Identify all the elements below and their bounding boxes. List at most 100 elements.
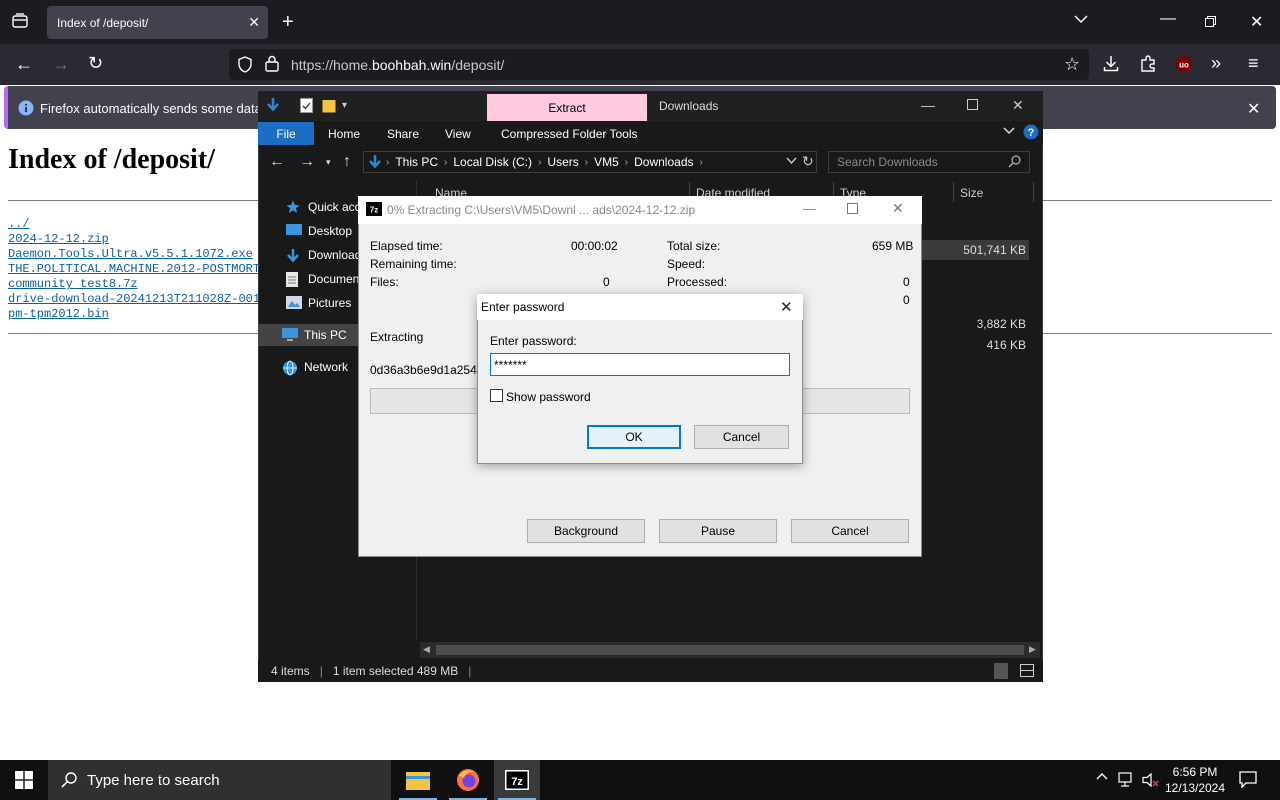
lock-icon[interactable] <box>265 55 279 72</box>
background-button[interactable]: Background <box>527 519 645 543</box>
ok-button[interactable]: OK <box>587 425 681 449</box>
window-close-icon[interactable]: ✕ <box>1250 12 1263 32</box>
notification-close-icon[interactable]: ✕ <box>1247 99 1260 119</box>
show-password-label[interactable]: Show password <box>506 390 591 404</box>
tab-list-icon[interactable] <box>12 13 28 29</box>
address-history-icon[interactable] <box>786 157 797 165</box>
ribbon-tab-share[interactable]: Share <box>387 127 419 141</box>
back-arrow-icon[interactable]: ← <box>269 153 285 171</box>
bookmark-star-icon[interactable]: ☆ <box>1064 54 1080 75</box>
help-icon[interactable]: ? <box>1023 124 1039 140</box>
show-hidden-icons-chevron-up-icon[interactable] <box>1096 772 1108 780</box>
minimize-icon[interactable]: — <box>921 97 935 113</box>
properties-icon[interactable] <box>300 98 313 113</box>
password-input[interactable] <box>490 353 790 376</box>
notifications-icon[interactable] <box>1239 771 1257 788</box>
svg-text:?: ? <box>1028 127 1035 139</box>
file-link[interactable]: Daemon.Tools.Ultra.v5.5.1.1072.exe <box>8 247 267 262</box>
url-text[interactable]: https://home.boohbah.win/deposit/ <box>291 57 504 73</box>
column-header-size[interactable]: Size <box>960 186 983 200</box>
taskbar-search-box[interactable]: Type here to search <box>48 760 391 800</box>
overflow-menu-icon[interactable]: » <box>1211 53 1221 74</box>
refresh-icon[interactable]: ↻ <box>802 153 814 170</box>
browser-tab[interactable]: Index of /deposit/ ✕ <box>47 6 268 39</box>
pause-button[interactable]: Pause <box>659 519 777 543</box>
svg-text:7z: 7z <box>511 776 523 788</box>
forward-arrow-icon[interactable]: → <box>299 153 315 171</box>
remaining-label: Remaining time: <box>370 257 457 271</box>
pictures-icon <box>286 296 302 310</box>
scroll-right-icon[interactable]: ▶ <box>1029 644 1036 655</box>
file-link[interactable]: THE.POLITICAL.MACHINE.2012-POSTMORTE <box>8 262 267 277</box>
computer-icon <box>282 328 298 342</box>
up-arrow-icon[interactable]: ↑ <box>343 153 351 171</box>
chevron-down-icon[interactable] <box>1074 14 1088 24</box>
file-link[interactable]: 2024-12-12.zip <box>8 232 267 247</box>
large-icons-view-icon[interactable] <box>1020 664 1034 677</box>
ribbon-tab-home[interactable]: Home <box>328 127 360 141</box>
file-link[interactable]: pm-tpm2012.bin <box>8 307 267 322</box>
maximize-icon[interactable] <box>967 99 978 110</box>
elapsed-value: 00:00:02 <box>571 239 618 253</box>
desktop-icon <box>286 224 302 238</box>
download-icon <box>286 248 302 263</box>
windows-start-icon[interactable] <box>15 771 33 789</box>
breadcrumb-local-disk[interactable]: Local Disk (C:) <box>453 155 532 169</box>
taskbar-7zip[interactable]: 7z <box>494 760 540 800</box>
breadcrumb-users[interactable]: Users <box>547 155 578 169</box>
files-label: Files: <box>370 275 399 289</box>
scrollbar-thumb[interactable] <box>436 645 1024 655</box>
new-folder-icon[interactable] <box>322 98 336 113</box>
ribbon-tab-view[interactable]: View <box>445 127 471 141</box>
new-tab-icon[interactable]: + <box>282 11 294 34</box>
cancel-button[interactable]: Cancel <box>694 425 789 449</box>
downloads-icon[interactable] <box>1103 55 1119 72</box>
files-value: 0 <box>603 275 610 289</box>
show-password-checkbox[interactable] <box>490 389 503 402</box>
file-size-cell: 501,741 KB <box>963 243 1026 257</box>
hamburger-menu-icon[interactable]: ≡ <box>1248 53 1259 74</box>
forward-arrow-icon[interactable]: → <box>52 54 70 75</box>
qat-dropdown-icon[interactable]: ▾ <box>342 100 347 111</box>
file-link[interactable]: drive-download-20241213T211028Z-001. <box>8 292 267 307</box>
details-view-icon[interactable] <box>994 663 1008 679</box>
extensions-icon[interactable] <box>1140 55 1157 72</box>
ribbon-tab-file[interactable]: File <box>258 122 314 145</box>
minimize-icon[interactable]: — <box>803 201 816 216</box>
tab-close-icon[interactable]: ✕ <box>248 14 260 31</box>
recent-locations-icon[interactable]: ▾ <box>326 157 331 168</box>
taskbar-firefox[interactable] <box>445 760 491 800</box>
elapsed-label: Elapsed time: <box>370 239 443 253</box>
taskbar-clock[interactable]: 6:56 PM 12/13/2024 <box>1160 764 1230 796</box>
scroll-left-icon[interactable]: ◀ <box>423 644 430 655</box>
ublock-icon[interactable]: uo <box>1175 55 1193 73</box>
window-close-icon[interactable]: ✕ <box>1012 97 1024 114</box>
extract-tab[interactable]: Extract <box>487 94 647 121</box>
minimize-icon[interactable]: — <box>1160 10 1176 28</box>
volume-muted-icon[interactable] <box>1142 772 1160 788</box>
restore-icon[interactable] <box>1205 16 1216 27</box>
ribbon-expand-icon[interactable] <box>1003 127 1015 135</box>
ribbon-tab-compressed-folder-tools[interactable]: Compressed Folder Tools <box>501 127 638 141</box>
window-close-icon[interactable]: ✕ <box>892 200 904 217</box>
shield-icon[interactable] <box>237 56 253 73</box>
network-tray-icon[interactable] <box>1118 772 1136 788</box>
reload-icon[interactable]: ↻ <box>88 53 103 74</box>
taskbar-file-explorer[interactable] <box>395 760 441 800</box>
back-arrow-icon[interactable]: ← <box>15 54 33 75</box>
breadcrumb-vm5[interactable]: VM5 <box>594 155 619 169</box>
search-input[interactable]: Search Downloads <box>828 151 1030 173</box>
breadcrumb-this-pc[interactable]: This PC <box>395 155 438 169</box>
file-link[interactable]: community test8.7z <box>8 277 267 292</box>
maximize-icon[interactable] <box>847 203 858 214</box>
address-bar[interactable]: › This PC › Local Disk (C:) › Users › VM… <box>363 151 817 173</box>
column-divider[interactable] <box>1033 182 1034 202</box>
quick-download-icon[interactable] <box>266 97 280 113</box>
column-divider[interactable] <box>953 182 954 202</box>
password-label: Enter password: <box>490 334 577 348</box>
file-link[interactable]: ../ <box>8 217 267 232</box>
dialog-close-icon[interactable]: ✕ <box>780 298 793 316</box>
breadcrumb-downloads[interactable]: Downloads <box>634 155 693 169</box>
cancel-button[interactable]: Cancel <box>791 519 909 543</box>
folder-icon <box>406 770 430 790</box>
